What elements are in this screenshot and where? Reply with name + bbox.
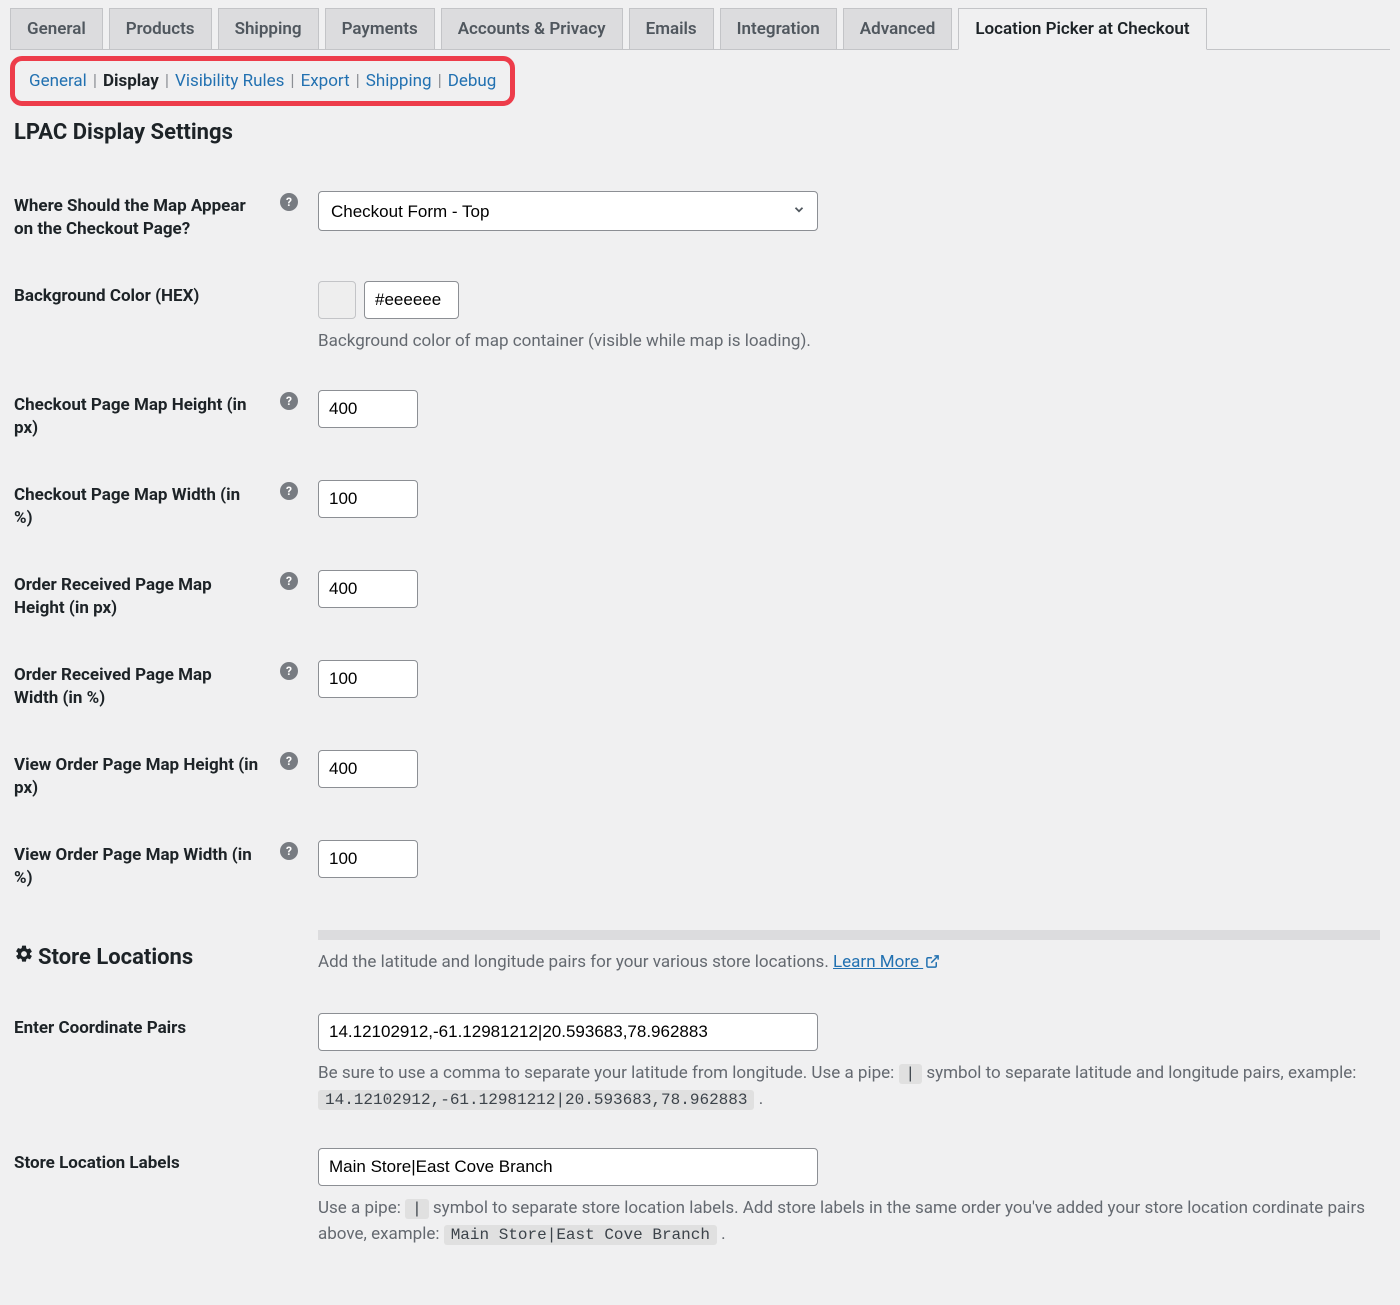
help-icon[interactable]: ? (280, 662, 298, 680)
help-icon[interactable]: ? (280, 842, 298, 860)
label-order-received-height: Order Received Page Map Height (in px) (10, 552, 270, 642)
subtab-shipping[interactable]: Shipping (366, 71, 432, 91)
subtab-export[interactable]: Export (301, 71, 350, 91)
tab-location-picker[interactable]: Location Picker at Checkout (958, 8, 1206, 50)
tab-accounts[interactable]: Accounts & Privacy (441, 8, 623, 49)
labels-example-code: Main Store|East Cove Branch (444, 1225, 717, 1245)
separator: | (438, 71, 442, 91)
label-bg-color: Background Color (HEX) (10, 263, 270, 373)
help-icon[interactable]: ? (280, 392, 298, 410)
pipe-code: | (405, 1199, 429, 1219)
store-locations-heading: Store Locations (14, 943, 260, 973)
store-location-labels-description: Use a pipe: | symbol to separate store l… (318, 1196, 1368, 1247)
coord-example-code: 14.12102912,-61.12981212|20.593683,78.96… (318, 1090, 754, 1110)
tab-integration[interactable]: Integration (720, 8, 837, 49)
order-received-height-input[interactable] (318, 570, 418, 608)
tab-general[interactable]: General (10, 8, 103, 49)
label-coordinate-pairs: Enter Coordinate Pairs (10, 995, 270, 1130)
map-position-select[interactable]: Checkout Form - Top (318, 191, 818, 231)
subtab-debug[interactable]: Debug (448, 71, 497, 91)
help-icon[interactable]: ? (280, 193, 298, 211)
secondary-tab-bar: General | Display | Visibility Rules | E… (10, 56, 515, 106)
label-view-order-height: View Order Page Map Height (in px) (10, 732, 270, 822)
label-store-location-labels: Store Location Labels (10, 1130, 270, 1265)
tab-payments[interactable]: Payments (325, 8, 435, 49)
learn-more-link[interactable]: Learn More (833, 952, 940, 972)
store-location-labels-input[interactable] (318, 1148, 818, 1186)
bg-color-input[interactable] (364, 281, 459, 319)
subtab-visibility-rules[interactable]: Visibility Rules (175, 71, 284, 91)
label-order-received-width: Order Received Page Map Width (in %) (10, 642, 270, 732)
page-title: LPAC Display Settings (14, 120, 1390, 145)
separator: | (165, 71, 169, 91)
tab-advanced[interactable]: Advanced (843, 8, 953, 49)
checkout-width-input[interactable] (318, 480, 418, 518)
coordinate-pairs-description: Be sure to use a comma to separate your … (318, 1061, 1368, 1112)
color-swatch[interactable] (318, 281, 356, 319)
label-checkout-height: Checkout Page Map Height (in px) (10, 372, 270, 462)
tab-emails[interactable]: Emails (629, 8, 714, 49)
separator: | (290, 71, 294, 91)
pipe-code: | (899, 1064, 923, 1084)
separator: | (356, 71, 360, 91)
view-order-width-input[interactable] (318, 840, 418, 878)
primary-tab-bar: General Products Shipping Payments Accou… (10, 0, 1390, 50)
subtab-display[interactable]: Display (103, 71, 159, 91)
external-link-icon (925, 952, 940, 978)
help-icon[interactable]: ? (280, 572, 298, 590)
gear-icon (14, 943, 34, 973)
label-map-position: Where Should the Map Appear on the Check… (10, 173, 270, 263)
section-divider (318, 930, 1380, 940)
coordinate-pairs-input[interactable] (318, 1013, 818, 1051)
order-received-width-input[interactable] (318, 660, 418, 698)
label-checkout-width: Checkout Page Map Width (in %) (10, 462, 270, 552)
label-view-order-width: View Order Page Map Width (in %) (10, 822, 270, 912)
separator: | (93, 71, 97, 91)
bg-color-description: Background color of map container (visib… (318, 329, 1368, 355)
tab-products[interactable]: Products (109, 8, 212, 49)
store-locations-intro: Add the latitude and longitude pairs for… (318, 950, 1368, 978)
subtab-general[interactable]: General (29, 71, 87, 91)
view-order-height-input[interactable] (318, 750, 418, 788)
help-icon[interactable]: ? (280, 482, 298, 500)
help-icon[interactable]: ? (280, 752, 298, 770)
checkout-height-input[interactable] (318, 390, 418, 428)
tab-shipping[interactable]: Shipping (218, 8, 319, 49)
